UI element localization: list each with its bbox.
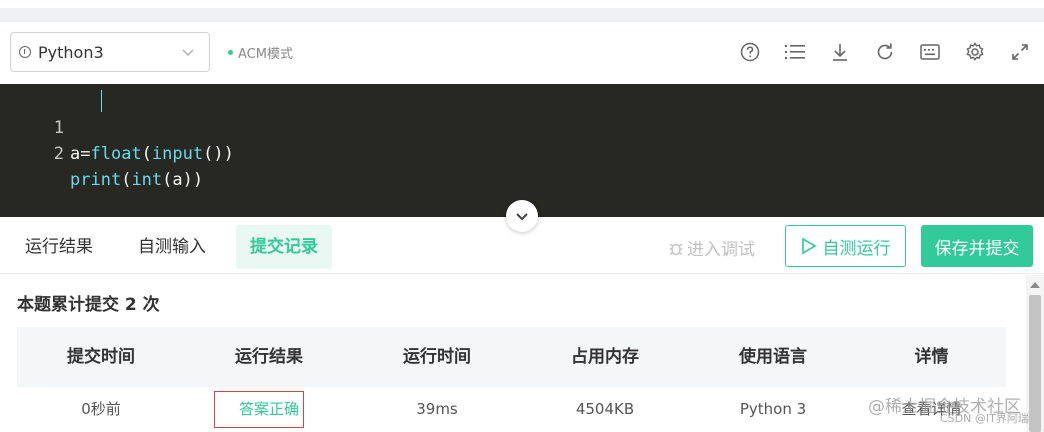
text-cursor (101, 90, 102, 112)
acm-mode-label: ACM模式 (238, 47, 293, 62)
table-header: 提交时间 运行结果 运行时间 占用内存 使用语言 详情 (17, 327, 1006, 387)
code-token: (a)) (162, 170, 204, 190)
column-header: 提交时间 (67, 347, 135, 367)
keyboard-icon[interactable] (919, 41, 941, 63)
language-select[interactable]: Python3 (10, 32, 210, 72)
debug-label: 进入调试 (687, 240, 755, 260)
code-text: a=float(input()) (70, 141, 234, 167)
code-token: float (90, 144, 142, 164)
code-token: a= (70, 144, 91, 164)
records-title: 本题累计提交 2 次 (17, 295, 160, 315)
scroll-up-arrow-icon[interactable] (1030, 282, 1040, 288)
settings-icon[interactable] (964, 41, 986, 63)
tab-submission-records[interactable]: 提交记录 (236, 225, 332, 269)
runtime-cell: 39ms (416, 400, 458, 418)
code-line: 2 print(int(a)) (0, 115, 203, 190)
language-cell: Python 3 (739, 400, 807, 418)
code-token: ( (141, 144, 152, 164)
save-and-submit-button[interactable]: 保存并提交 (921, 225, 1033, 267)
vertical-scrollbar[interactable] (1026, 275, 1044, 432)
bug-icon (669, 242, 683, 255)
table-row: 0秒前 答案正确 39ms 4504KB Python 3 查看详情 (17, 387, 1006, 432)
column-header: 运行时间 (403, 347, 471, 367)
language-label: Python3 (38, 42, 104, 62)
code-editor[interactable]: 1 a=float(input()) 2 print(int(a)) (0, 84, 1044, 217)
code-line: 1 a=float(input()) (0, 89, 234, 164)
result-cell: 答案正确 (238, 400, 299, 418)
chevron-down-icon (182, 49, 194, 57)
test-run-label: 自测运行 (822, 238, 891, 259)
fullscreen-icon[interactable] (1009, 41, 1031, 63)
column-header: 占用内存 (571, 347, 639, 367)
top-divider (0, 8, 1044, 22)
column-header: 运行结果 (235, 347, 303, 367)
code-token: input (151, 144, 204, 164)
refresh-icon[interactable] (874, 41, 896, 63)
code-token: ()) (203, 144, 234, 164)
memory-cell: 4504KB (575, 400, 635, 418)
top-strip (0, 0, 1044, 22)
code-token: ( (121, 170, 132, 190)
play-icon (801, 237, 817, 255)
scroll-thumb[interactable] (1029, 295, 1041, 432)
line-number: 2 (53, 144, 64, 164)
code-token: int (131, 170, 163, 190)
submit-time-cell: 0秒前 (81, 400, 121, 418)
test-run-button[interactable]: 自测运行 (785, 225, 906, 267)
column-header: 使用语言 (739, 347, 807, 367)
collapse-panel-button[interactable] (506, 200, 538, 232)
tab-custom-input[interactable]: 自测输入 (124, 225, 220, 269)
editor-toolbar: Python3 ACM模式 (0, 22, 1044, 84)
chevron-down-icon (516, 213, 528, 221)
download-icon[interactable] (829, 41, 851, 63)
debug-button[interactable]: 进入调试 (668, 235, 755, 260)
code-text: print(int(a)) (70, 167, 203, 193)
info-icon (19, 46, 31, 58)
help-icon[interactable] (739, 41, 761, 63)
column-header: 详情 (914, 347, 949, 367)
acm-mode-indicator: ACM模式 (228, 43, 293, 62)
code-token: print (70, 170, 122, 190)
line-number: 1 (53, 118, 64, 138)
list-icon[interactable] (784, 41, 806, 63)
tab-run-result[interactable]: 运行结果 (11, 225, 107, 269)
status-dot (228, 50, 233, 55)
watermark-sub: CSDN @IT界阿瑞 (940, 412, 1029, 425)
